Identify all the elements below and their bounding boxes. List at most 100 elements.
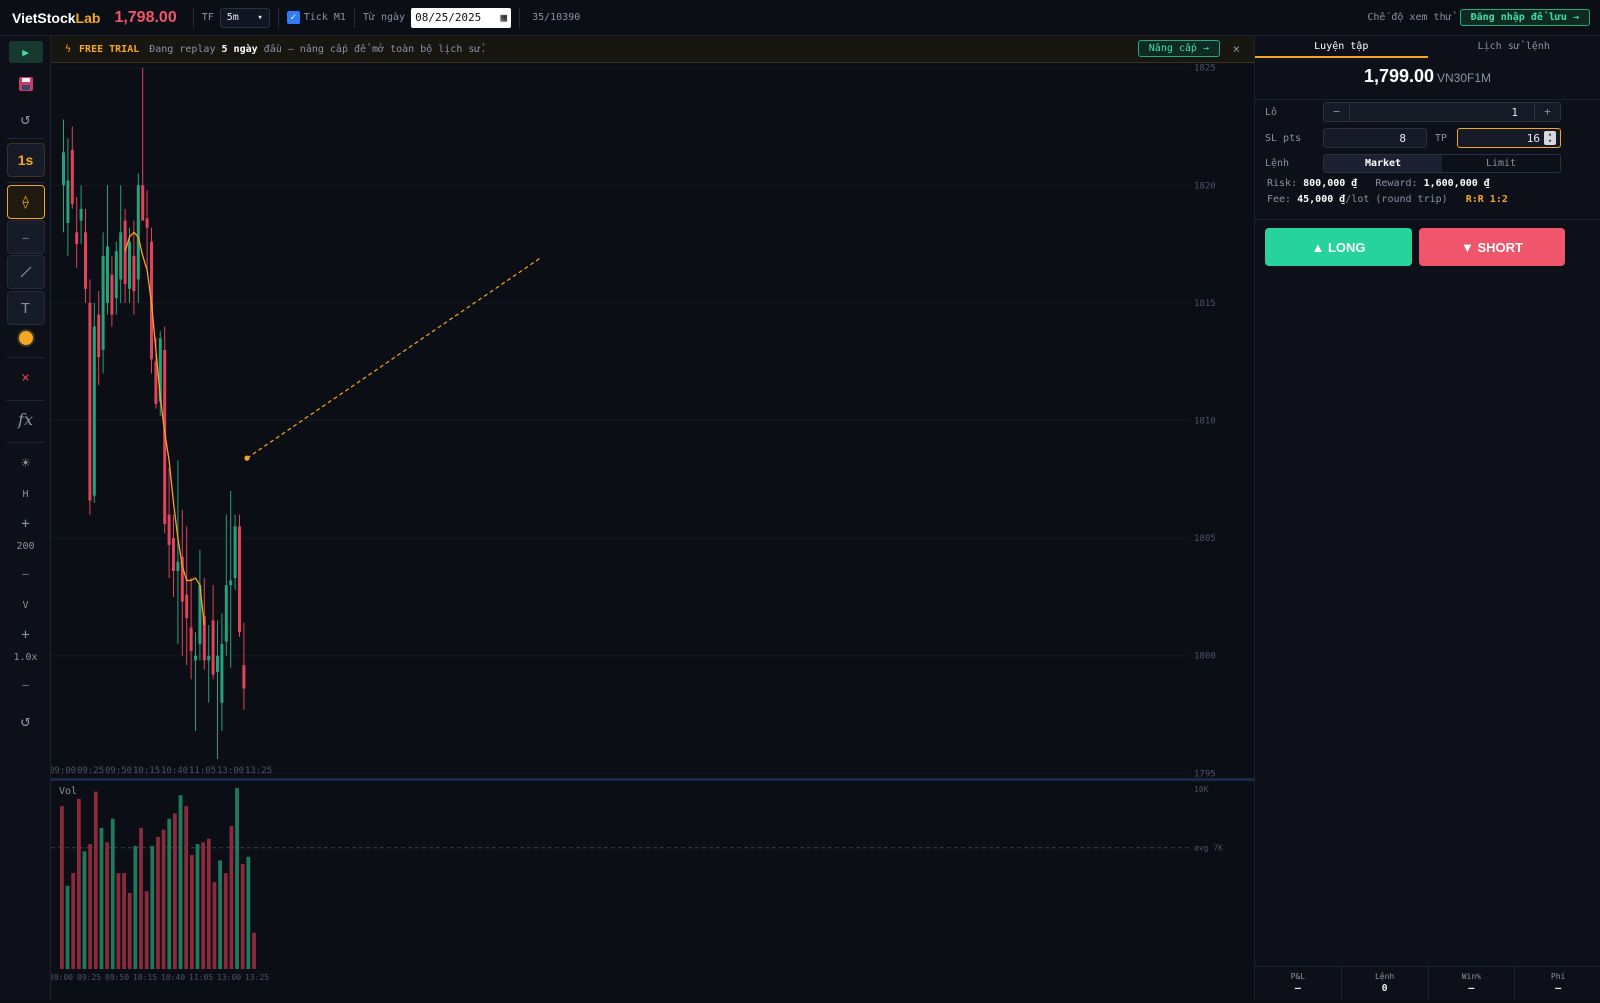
volume-average-label: avg 7K [1194,844,1223,853]
candle-body [194,656,197,661]
price-tick-label: 1825 [1194,64,1216,74]
fee-value: 45,000 ₫ [1297,194,1345,205]
volume-time-tick-label: 09:00 [51,973,73,982]
candle-body [115,251,118,298]
replay-counter: 35/10390 [532,12,580,23]
price-chart[interactable]: 182518201815181018051800179509:0009:2509… [51,63,1254,1000]
trendline-icon[interactable] [7,255,45,289]
h-zoom-out-button[interactable]: — [0,567,51,580]
close-icon[interactable]: × [1233,42,1240,56]
risk-label: Risk: [1267,178,1297,189]
candle-body [242,665,245,689]
risk-reward-line: Risk: 800,000 ₫ Reward: 1,600,000 ₫ [1267,178,1490,189]
timeframe-select[interactable]: 5m▾ [220,8,270,28]
volume-bar [105,842,109,969]
long-button[interactable]: ▲ LONG [1265,228,1412,266]
risk-value: 800,000 ₫ [1303,178,1357,189]
chart-area[interactable]: 182518201815181018051800179509:0009:2509… [51,63,1254,1000]
short-button[interactable]: ▼ SHORT [1419,228,1565,266]
login-button[interactable]: Đăng nhập để lưu → [1460,9,1590,26]
indicator-button[interactable]: fx [0,410,51,429]
symbol-label: VN30F1M [1437,71,1491,85]
candle-body [62,152,65,185]
delete-drawings-button[interactable]: × [0,370,51,386]
calendar-icon[interactable]: ▦ [500,11,507,24]
divider [519,8,520,28]
play-icon[interactable]: ▶ [9,41,43,63]
candle-body [141,185,144,220]
save-button[interactable] [0,74,51,94]
candle-body [137,185,140,279]
spinner-icon[interactable]: ▴▾ [1544,131,1556,145]
tp-label: TP [1435,133,1447,144]
color-picker[interactable] [0,329,51,347]
undo-icon[interactable]: ↺ [21,109,31,128]
theme-button[interactable]: ☀ [0,454,51,472]
v-zoom-out-button[interactable]: — [0,678,51,691]
time-tick-label: 09:50 [105,766,132,776]
upgrade-button[interactable]: Nâng cấp → [1138,40,1220,57]
sl-input[interactable]: 8 [1323,128,1427,148]
delete-icon[interactable]: × [21,370,29,386]
fee-label: Fee: [1267,194,1291,205]
candle-body [110,275,113,315]
panel-tabs: Luyện tập Lịch sử lệnh [1255,36,1600,58]
banner-text-after: đầu — nâng cấp để mở toàn bộ lịch sử. [264,44,487,55]
play-button[interactable]: ▶ [0,41,51,63]
tp-value: 16 [1527,132,1540,145]
tick-m1-checkbox[interactable]: ✓ [287,11,300,24]
fx-icon[interactable]: fx [18,410,33,429]
h-zoom-in-button[interactable]: + [0,516,51,532]
lot-plus-button[interactable]: + [1534,103,1560,121]
lot-stepper[interactable]: − 1 + [1323,102,1561,122]
tf-label: TF [202,12,214,23]
reset-view-button[interactable]: ↺ [0,711,51,730]
crosshair-tool[interactable]: ⟠ [0,185,51,219]
undo-button[interactable]: ↺ [0,108,51,128]
volume-bar [162,830,166,969]
volume-bar [224,873,228,969]
volume-time-tick-label: 10:40 [161,973,185,982]
volume-bar [128,893,132,969]
save-icon[interactable] [18,76,34,92]
candle-body [124,221,127,285]
stat-pnl: P&L— [1255,967,1342,1000]
price-tick-label: 1805 [1194,534,1216,544]
crosshair-icon[interactable]: ⟠ [7,185,45,219]
candle-body [176,562,179,571]
lot-minus-button[interactable]: − [1324,103,1350,121]
tab-practice[interactable]: Luyện tập [1255,36,1428,58]
volume-bar [207,839,211,969]
app-logo[interactable]: VietStockLab [12,10,100,26]
current-price: 1,799.00 [1364,66,1434,86]
tp-input[interactable]: 16 ▴▾ [1457,128,1561,148]
order-panel: Luyện tập Lịch sử lệnh 1,799.00VN30F1M L… [1254,36,1600,1000]
order-type-limit[interactable]: Limit [1442,155,1560,172]
text-tool[interactable]: T [0,291,51,325]
order-type-market[interactable]: Market [1324,155,1442,172]
brightness-icon[interactable]: ☀ [21,454,30,472]
volume-bar [117,873,121,969]
candle-body [132,256,135,291]
candle-body [102,256,105,350]
date-input[interactable]: 08/25/2025▦ [411,8,511,28]
tab-order-history[interactable]: Lịch sử lệnh [1428,36,1600,58]
lot-value[interactable]: 1 [1350,106,1534,119]
trendline-tool[interactable] [0,255,51,289]
color-icon[interactable] [17,329,35,347]
separator [6,357,44,358]
volume-bar [196,844,200,969]
interval-button[interactable]: 1s [0,143,51,177]
text-icon[interactable]: T [7,291,45,325]
reset-view-icon[interactable]: ↺ [21,711,31,730]
stat-label: Win% [1429,972,1515,981]
horizontal-line-icon[interactable]: — [7,220,45,254]
free-trial-badge: FREE TRIAL [79,44,139,55]
v-zoom-value: 1.0x [0,652,51,663]
v-zoom-in-button[interactable]: + [0,627,51,643]
separator [6,138,44,139]
volume-bar [241,864,245,969]
horizontal-line-tool[interactable]: — [0,220,51,254]
volume-bar [213,882,217,969]
candle-body [75,232,78,244]
